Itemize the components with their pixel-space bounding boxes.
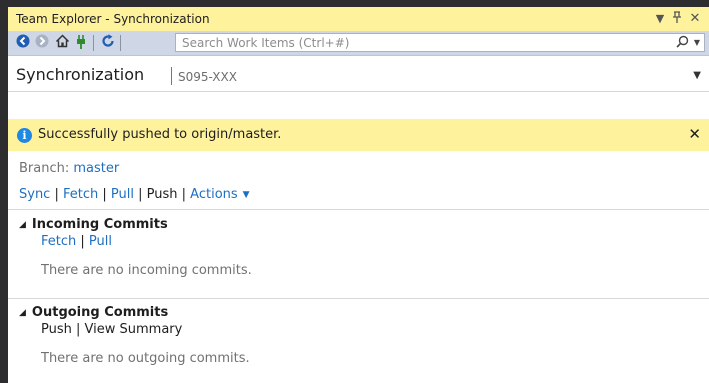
incoming-commits-title: Incoming Commits xyxy=(31,217,168,232)
search-input[interactable] xyxy=(176,34,678,51)
title-bar: Team Explorer - Synchronization ▼ ✕ xyxy=(8,7,709,31)
separator: | xyxy=(76,234,89,249)
branch-row: Branch: master xyxy=(19,161,119,176)
header-divider xyxy=(171,67,172,85)
section-divider xyxy=(8,209,709,210)
outgoing-commits-title: Outgoing Commits xyxy=(31,305,169,320)
branch-link[interactable]: master xyxy=(73,161,119,176)
home-icon[interactable] xyxy=(53,34,71,52)
page-menu-dropdown-icon[interactable]: ▼ xyxy=(693,70,701,81)
view-summary-link[interactable]: View Summary xyxy=(85,322,183,337)
page-header: Synchronization S095-XXX ▼ xyxy=(8,56,709,92)
sync-link[interactable]: Sync xyxy=(19,187,50,202)
pull-link[interactable]: Pull xyxy=(111,187,134,202)
notification-bar: i Successfully pushed to origin/master. … xyxy=(8,119,709,151)
incoming-fetch-link[interactable]: Fetch xyxy=(41,234,76,249)
separator: | xyxy=(50,187,63,202)
team-explorer-panel: Team Explorer - Synchronization ▼ ✕ Sear… xyxy=(8,7,709,383)
toolbar: ▼ xyxy=(8,31,709,56)
separator: | xyxy=(133,187,147,202)
incoming-commits-header[interactable]: ◢ Incoming Commits xyxy=(19,217,168,232)
outgoing-commits-header[interactable]: ◢ Outgoing Commits xyxy=(19,305,168,320)
dismiss-notification-icon[interactable]: ✕ xyxy=(688,125,701,143)
incoming-actions: Fetch | Pull xyxy=(41,234,112,249)
window-dropdown-icon[interactable]: ▼ xyxy=(654,10,666,28)
search-icon[interactable] xyxy=(674,34,690,51)
incoming-pull-link[interactable]: Pull xyxy=(89,234,112,249)
separator: | xyxy=(177,187,191,202)
pin-icon[interactable] xyxy=(671,10,683,28)
toolbar-separator xyxy=(93,35,94,51)
search-work-items: ▼ xyxy=(175,33,705,52)
connect-plug-icon[interactable] xyxy=(72,34,90,52)
toolbar-separator xyxy=(120,35,121,51)
notification-message: Successfully pushed to origin/master. xyxy=(38,127,282,142)
outgoing-empty-message: There are no outgoing commits. xyxy=(41,351,250,366)
separator: | xyxy=(98,187,111,202)
collapse-triangle-icon[interactable]: ◢ xyxy=(19,220,26,230)
fetch-link[interactable]: Fetch xyxy=(63,187,98,202)
info-icon: i xyxy=(17,128,32,143)
section-divider xyxy=(8,298,709,299)
sync-actions: Sync | Fetch | Pull | Push | Actions ▼ xyxy=(19,187,250,202)
separator: | xyxy=(71,322,85,337)
close-icon[interactable]: ✕ xyxy=(688,10,702,28)
forward-icon[interactable] xyxy=(33,34,51,52)
actions-dropdown-icon[interactable]: ▼ xyxy=(243,190,250,200)
refresh-icon[interactable] xyxy=(99,34,117,52)
window-left-border xyxy=(0,7,8,383)
page-title: Synchronization xyxy=(16,65,145,84)
window-top-border xyxy=(0,0,709,7)
branch-label: Branch: xyxy=(19,161,70,176)
repository-name: S095-XXX xyxy=(178,70,237,84)
window-title: Team Explorer - Synchronization xyxy=(16,12,210,26)
back-icon[interactable] xyxy=(14,34,32,52)
push-link[interactable]: Push xyxy=(147,187,178,202)
incoming-empty-message: There are no incoming commits. xyxy=(41,263,252,278)
search-options-dropdown-icon[interactable]: ▼ xyxy=(692,34,702,51)
collapse-triangle-icon[interactable]: ◢ xyxy=(19,308,26,318)
outgoing-actions: Push | View Summary xyxy=(41,322,182,337)
actions-menu-link[interactable]: Actions xyxy=(190,187,238,202)
outgoing-push-link[interactable]: Push xyxy=(41,322,72,337)
